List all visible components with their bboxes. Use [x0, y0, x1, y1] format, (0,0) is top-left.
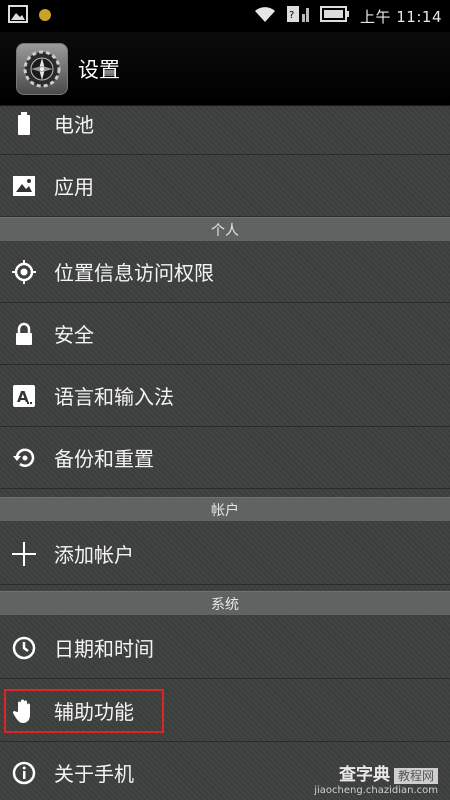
status-bar: ? 上午 11:14: [0, 0, 450, 32]
watermark-brand: 查字典: [338, 765, 390, 785]
settings-item-security[interactable]: 安全: [0, 303, 450, 365]
settings-item-location[interactable]: 位置信息访问权限: [0, 241, 450, 303]
apps-icon: [12, 174, 36, 198]
language-icon: A: [12, 384, 36, 408]
section-header-accounts: 帐户: [0, 497, 450, 521]
lock-icon: [12, 322, 36, 346]
settings-item-label: 语言和输入法: [54, 385, 174, 409]
section-header-system: 系统: [0, 591, 450, 615]
action-bar: 设置: [0, 32, 450, 106]
section-header-label: 个人: [211, 222, 239, 239]
settings-item-label: 位置信息访问权限: [54, 261, 214, 285]
battery-icon: [320, 6, 350, 26]
sim-icon: ?: [286, 4, 310, 28]
watermark-url: jiaocheng.chazidian.com: [314, 785, 438, 796]
settings-item-label: 添加帐户: [54, 543, 134, 567]
settings-item-accessibility[interactable]: 辅助功能: [0, 680, 450, 742]
settings-item-label: 电池: [54, 113, 94, 137]
settings-item-battery[interactable]: 电池: [0, 106, 450, 155]
settings-item-label: 安全: [54, 323, 94, 347]
settings-item-label: 应用: [54, 175, 94, 199]
clock-icon: [12, 636, 36, 660]
battery-icon: [12, 111, 36, 136]
image-icon: [8, 5, 28, 27]
settings-item-add-account[interactable]: 添加帐户: [0, 523, 450, 585]
backup-reset-icon: [12, 446, 36, 470]
location-icon: [12, 259, 36, 284]
settings-gear-icon[interactable]: [16, 42, 68, 95]
settings-item-date-time[interactable]: 日期和时间: [0, 617, 450, 679]
watermark-tag: 教程网: [393, 767, 438, 784]
section-header-label: 系统: [211, 596, 239, 613]
watermark: 查字典 教程网 jiaocheng.chazidian.com: [314, 767, 438, 796]
settings-item-label: 辅助功能: [54, 700, 134, 724]
settings-list[interactable]: 电池 应用 个人 位置信息访问权限 安全 A 语言和输入法 备份和重置 帐户 添…: [0, 106, 450, 800]
info-icon: [12, 761, 36, 785]
hand-icon: [12, 699, 36, 723]
section-header-personal: 个人: [0, 217, 450, 241]
page-title: 设置: [78, 57, 120, 82]
settings-item-backup-reset[interactable]: 备份和重置: [0, 427, 450, 489]
section-header-label: 帐户: [211, 502, 239, 519]
status-time: 上午 11:14: [360, 7, 442, 26]
svg-text:?: ?: [289, 10, 294, 21]
wifi-icon: [254, 5, 276, 27]
settings-item-label: 日期和时间: [54, 637, 154, 661]
settings-item-label: 关于手机: [54, 762, 134, 786]
notification-dot-icon: [38, 7, 52, 26]
settings-item-language-input[interactable]: A 语言和输入法: [0, 365, 450, 427]
add-icon: [12, 541, 36, 566]
settings-item-label: 备份和重置: [54, 447, 154, 471]
settings-item-apps[interactable]: 应用: [0, 155, 450, 217]
